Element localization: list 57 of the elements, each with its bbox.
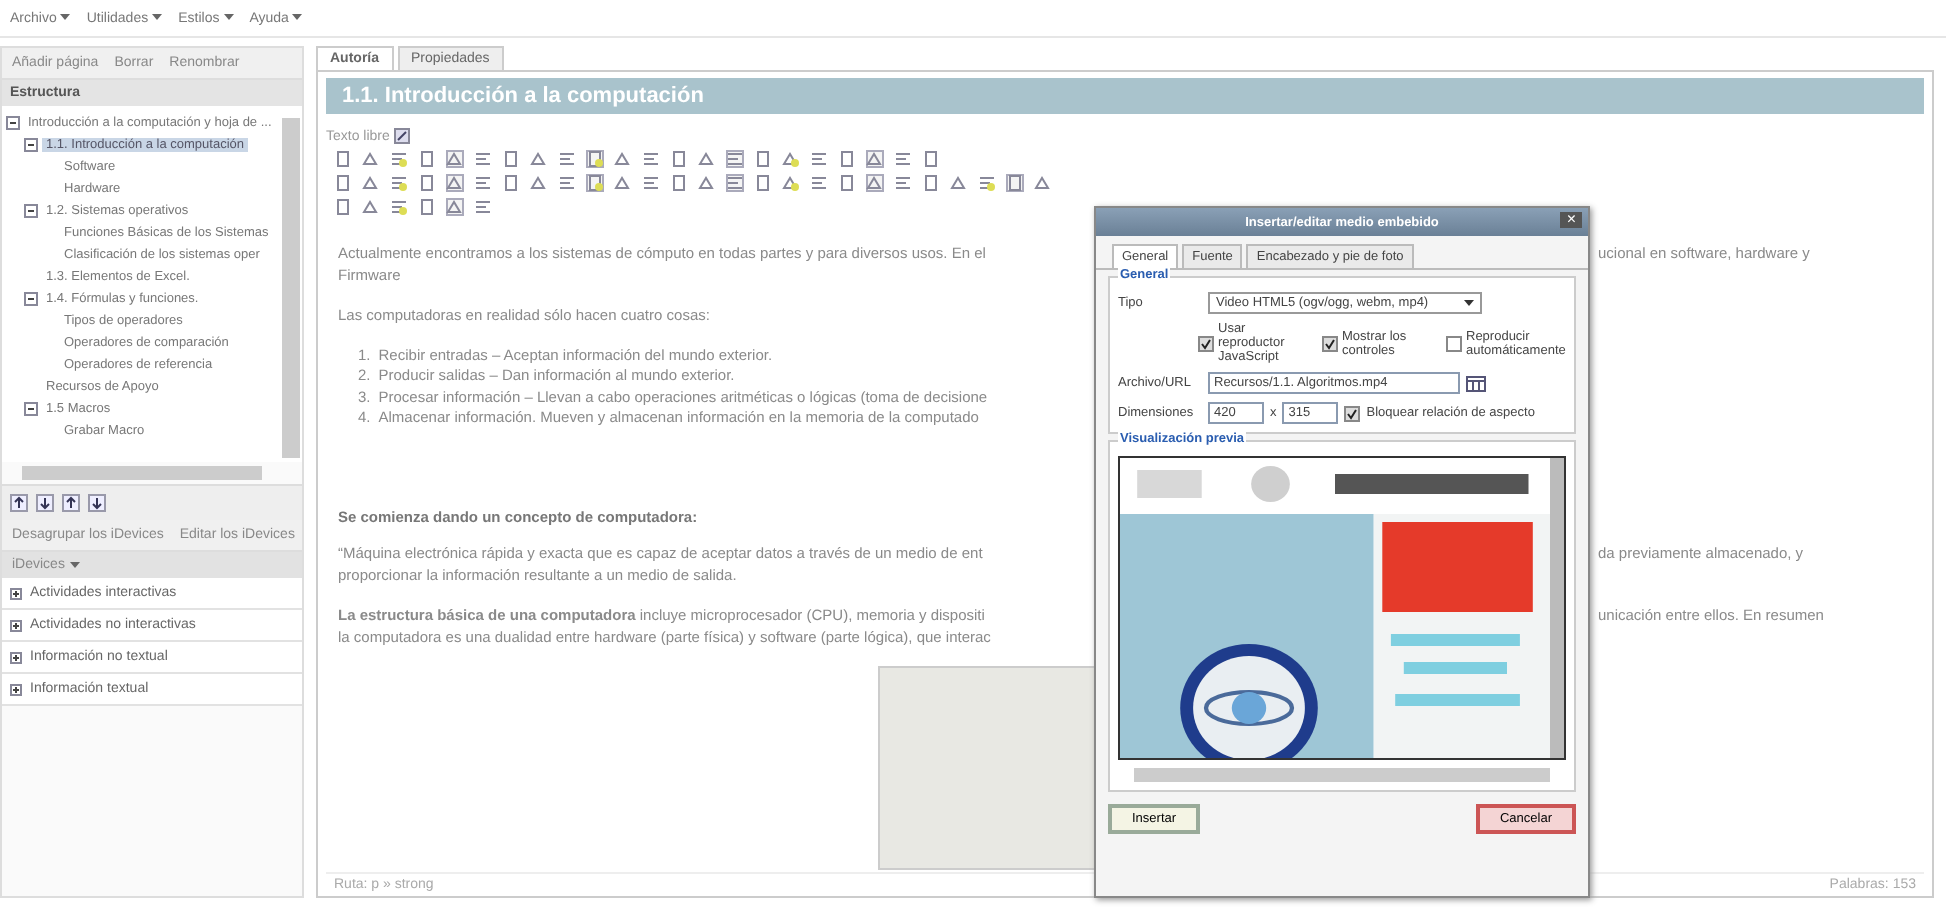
format-icon[interactable] xyxy=(726,150,744,168)
caret-icon xyxy=(60,14,71,22)
caret-icon xyxy=(152,14,163,22)
checkbox[interactable] xyxy=(1198,335,1214,351)
format-icon[interactable] xyxy=(446,198,464,216)
arrow-icon[interactable] xyxy=(10,494,28,512)
format-icon[interactable] xyxy=(866,150,884,168)
format-icon[interactable] xyxy=(446,174,464,192)
format-icon[interactable] xyxy=(390,198,408,216)
expand-icon[interactable] xyxy=(24,204,38,218)
format-icon[interactable] xyxy=(782,174,800,192)
format-icon[interactable] xyxy=(446,150,464,168)
format-icon[interactable] xyxy=(586,174,604,192)
expand-icon xyxy=(10,619,22,631)
format-icon[interactable] xyxy=(474,150,492,168)
format-icon[interactable] xyxy=(642,174,660,192)
format-icon[interactable] xyxy=(726,174,744,192)
format-icon[interactable] xyxy=(894,174,912,192)
checkbox[interactable] xyxy=(1344,405,1361,421)
expand-icon xyxy=(10,587,22,599)
scrollbar[interactable] xyxy=(22,466,262,480)
format-icon[interactable] xyxy=(558,150,576,168)
scrollbar[interactable] xyxy=(1134,768,1550,782)
caret-icon xyxy=(223,14,234,22)
arrow-icon[interactable] xyxy=(36,494,54,512)
expand-icon[interactable] xyxy=(24,138,38,152)
expand-icon[interactable] xyxy=(6,116,20,130)
format-icon[interactable] xyxy=(390,174,408,192)
page-title: 1.1. Introducción a la computación xyxy=(326,78,1924,114)
format-icon[interactable] xyxy=(474,198,492,216)
format-icon[interactable] xyxy=(390,150,408,168)
checkbox[interactable] xyxy=(1322,335,1338,351)
expand-icon xyxy=(10,683,22,695)
format-icon[interactable] xyxy=(558,174,576,192)
checkbox[interactable] xyxy=(1446,335,1462,351)
close-button[interactable]: × xyxy=(1560,212,1582,228)
format-icon[interactable] xyxy=(586,150,604,168)
format-icon[interactable] xyxy=(474,174,492,192)
format-icon[interactable] xyxy=(782,150,800,168)
format-icon[interactable] xyxy=(894,150,912,168)
arrow-icon[interactable] xyxy=(62,494,80,512)
browse-icon[interactable] xyxy=(1466,375,1486,391)
arrow-icon[interactable] xyxy=(88,494,106,512)
expand-icon xyxy=(10,651,22,663)
edit-icon[interactable] xyxy=(393,128,410,144)
caret-icon xyxy=(292,14,303,22)
scrollbar[interactable] xyxy=(282,118,300,458)
format-icon[interactable] xyxy=(810,150,828,168)
caret-icon xyxy=(70,561,81,569)
caret-icon xyxy=(1464,299,1475,307)
format-icon[interactable] xyxy=(866,174,884,192)
expand-icon[interactable] xyxy=(24,402,38,416)
format-icon[interactable] xyxy=(642,150,660,168)
expand-icon[interactable] xyxy=(24,292,38,306)
format-icon[interactable] xyxy=(978,174,996,192)
format-icon[interactable] xyxy=(810,174,828,192)
scrollbar[interactable] xyxy=(1550,458,1564,758)
